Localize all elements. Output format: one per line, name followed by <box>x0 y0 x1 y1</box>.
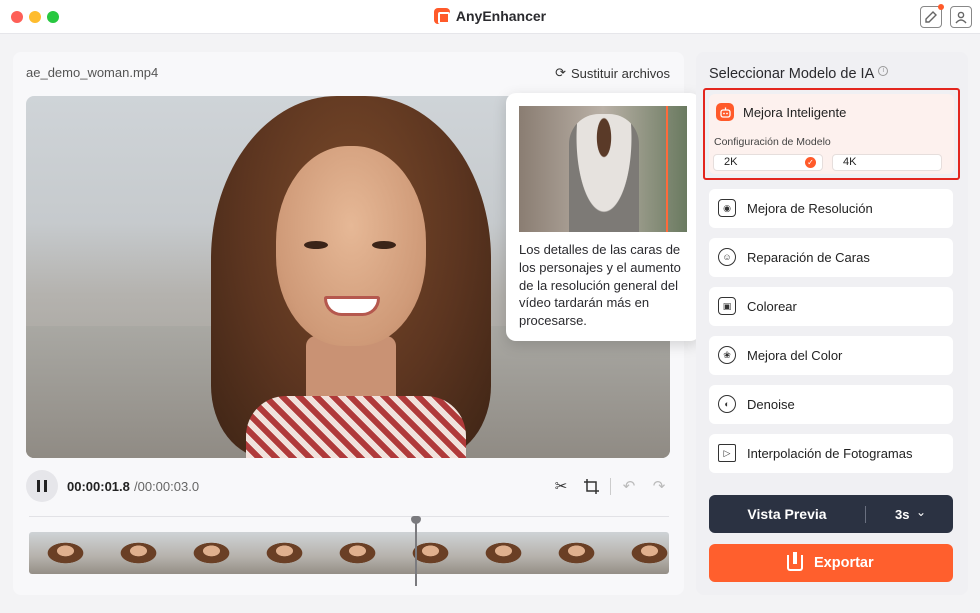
pause-icon <box>37 480 40 492</box>
undo-icon[interactable]: ↶ <box>619 476 639 496</box>
model-panel-title: Seleccionar Modelo de IA i <box>709 66 889 82</box>
user-account-icon[interactable] <box>950 6 972 28</box>
colorize-icon: ▣ <box>718 297 736 315</box>
timeline-track <box>29 516 669 517</box>
smart-enhance-label: Mejora Inteligente <box>743 105 847 120</box>
model-denoise[interactable]: ◐ Denoise <box>709 385 953 424</box>
model-color-enhance[interactable]: ❀ Mejora del Color <box>709 336 953 375</box>
app-title-text: AnyEnhancer <box>455 8 547 24</box>
resolution-4k-label: 4K <box>843 156 857 168</box>
title-bar: AnyEnhancer <box>0 0 980 34</box>
model-tooltip: Los detalles de las caras de los persona… <box>506 93 700 341</box>
video-subject-dress <box>246 396 466 458</box>
tooltip-preview-people <box>569 114 639 232</box>
eye-right <box>372 241 396 249</box>
timeline-frame <box>540 532 613 574</box>
preview-button[interactable]: Vista Previa 3s ⌄ <box>709 495 953 533</box>
model-panel-title-text: Seleccionar Modelo de IA <box>709 66 875 82</box>
preview-label: Vista Previa <box>747 506 827 522</box>
export-label: Exportar <box>814 555 874 571</box>
timeline-frame <box>29 532 102 574</box>
pause-icon-bar <box>44 480 47 492</box>
controls-divider <box>610 478 611 495</box>
total-time: /00:00:03.0 <box>134 479 200 494</box>
model-frame-interpolation-label: Interpolación de Fotogramas <box>747 446 913 461</box>
model-denoise-label: Denoise <box>747 397 795 412</box>
export-arrow-icon <box>793 552 797 564</box>
video-subject-face <box>276 146 426 346</box>
timeline-frame <box>613 532 669 574</box>
preview-divider <box>865 506 866 523</box>
model-colorize[interactable]: ▣ Colorear <box>709 287 953 326</box>
current-time: 00:00:01.8 <box>67 479 130 494</box>
model-smart-enhance-card: Mejora Inteligente Configuración de Mode… <box>709 94 954 174</box>
model-colorize-label: Colorear <box>747 299 797 314</box>
resolution-option-2k[interactable]: 2K ✓ <box>713 154 823 171</box>
denoise-icon: ◐ <box>718 395 736 413</box>
timeline-frame <box>175 532 248 574</box>
checkmark-icon: ✓ <box>805 157 816 168</box>
file-name: ae_demo_woman.mp4 <box>26 65 159 80</box>
timeline-frame <box>248 532 321 574</box>
model-resolution-label: Mejora de Resolución <box>747 201 873 216</box>
timeline-frame <box>102 532 175 574</box>
model-panel: Seleccionar Modelo de IA i Mejora Intelig… <box>696 52 968 595</box>
playhead-handle[interactable] <box>411 516 421 524</box>
replace-files-label: Sustituir archivos <box>571 65 670 81</box>
preview-duration[interactable]: 3s <box>895 507 909 522</box>
tooltip-text: Los detalles de las caras de los persona… <box>519 242 681 329</box>
eye-left <box>304 241 328 249</box>
tooltip-preview-image <box>519 106 687 232</box>
resolution-icon: ◉ <box>718 199 736 217</box>
scissors-icon[interactable]: ✂ <box>551 476 571 496</box>
mouth <box>324 296 380 316</box>
pause-button[interactable] <box>26 470 58 502</box>
timeline-frame <box>467 532 540 574</box>
redo-icon[interactable]: ↷ <box>649 476 669 496</box>
timeline-frame <box>394 532 467 574</box>
face-icon: ☺ <box>718 248 736 266</box>
color-enhance-icon: ❀ <box>718 346 736 364</box>
replace-files-button[interactable]: ⟳ Sustituir archivos <box>555 65 670 81</box>
model-config-label: Configuración de Modelo <box>714 136 831 148</box>
export-button[interactable]: Exportar <box>709 544 953 582</box>
timeline[interactable] <box>29 516 669 586</box>
resolution-2k-label: 2K <box>724 156 738 168</box>
frame-strip[interactable] <box>29 532 669 574</box>
model-frame-interpolation[interactable]: ▷ Interpolación de Fotogramas <box>709 434 953 473</box>
model-color-enhance-label: Mejora del Color <box>747 348 843 363</box>
refresh-icon: ⟳ <box>555 65 567 80</box>
model-face-repair[interactable]: ☺ Reparación de Caras <box>709 238 953 277</box>
model-smart-enhance[interactable]: Mejora Inteligente Configuración de Mode… <box>703 88 960 180</box>
smart-enhance-icon <box>716 103 734 121</box>
resolution-option-4k[interactable]: 4K <box>832 154 942 171</box>
crop-icon[interactable] <box>581 476 601 496</box>
app-logo-icon <box>433 8 450 24</box>
app-window: AnyEnhancer ae_demo_woman.mp4 ⟳ Sustitui… <box>0 0 980 613</box>
app-title: AnyEnhancer <box>0 8 980 24</box>
playback-controls: 00:00:01.8 /00:00:03.0 ✂ ↶ ↷ <box>26 470 670 504</box>
frame-interpolation-icon: ▷ <box>718 444 736 462</box>
playhead[interactable] <box>415 520 417 586</box>
chevron-down-icon[interactable]: ⌄ <box>916 505 926 519</box>
info-icon[interactable]: i <box>878 66 889 76</box>
tooltip-compare-divider <box>666 106 668 232</box>
feedback-edit-icon[interactable] <box>920 4 944 28</box>
notification-dot <box>938 4 944 10</box>
timeline-frame <box>321 532 394 574</box>
model-resolution[interactable]: ◉ Mejora de Resolución <box>709 189 953 228</box>
model-face-repair-label: Reparación de Caras <box>747 250 870 265</box>
